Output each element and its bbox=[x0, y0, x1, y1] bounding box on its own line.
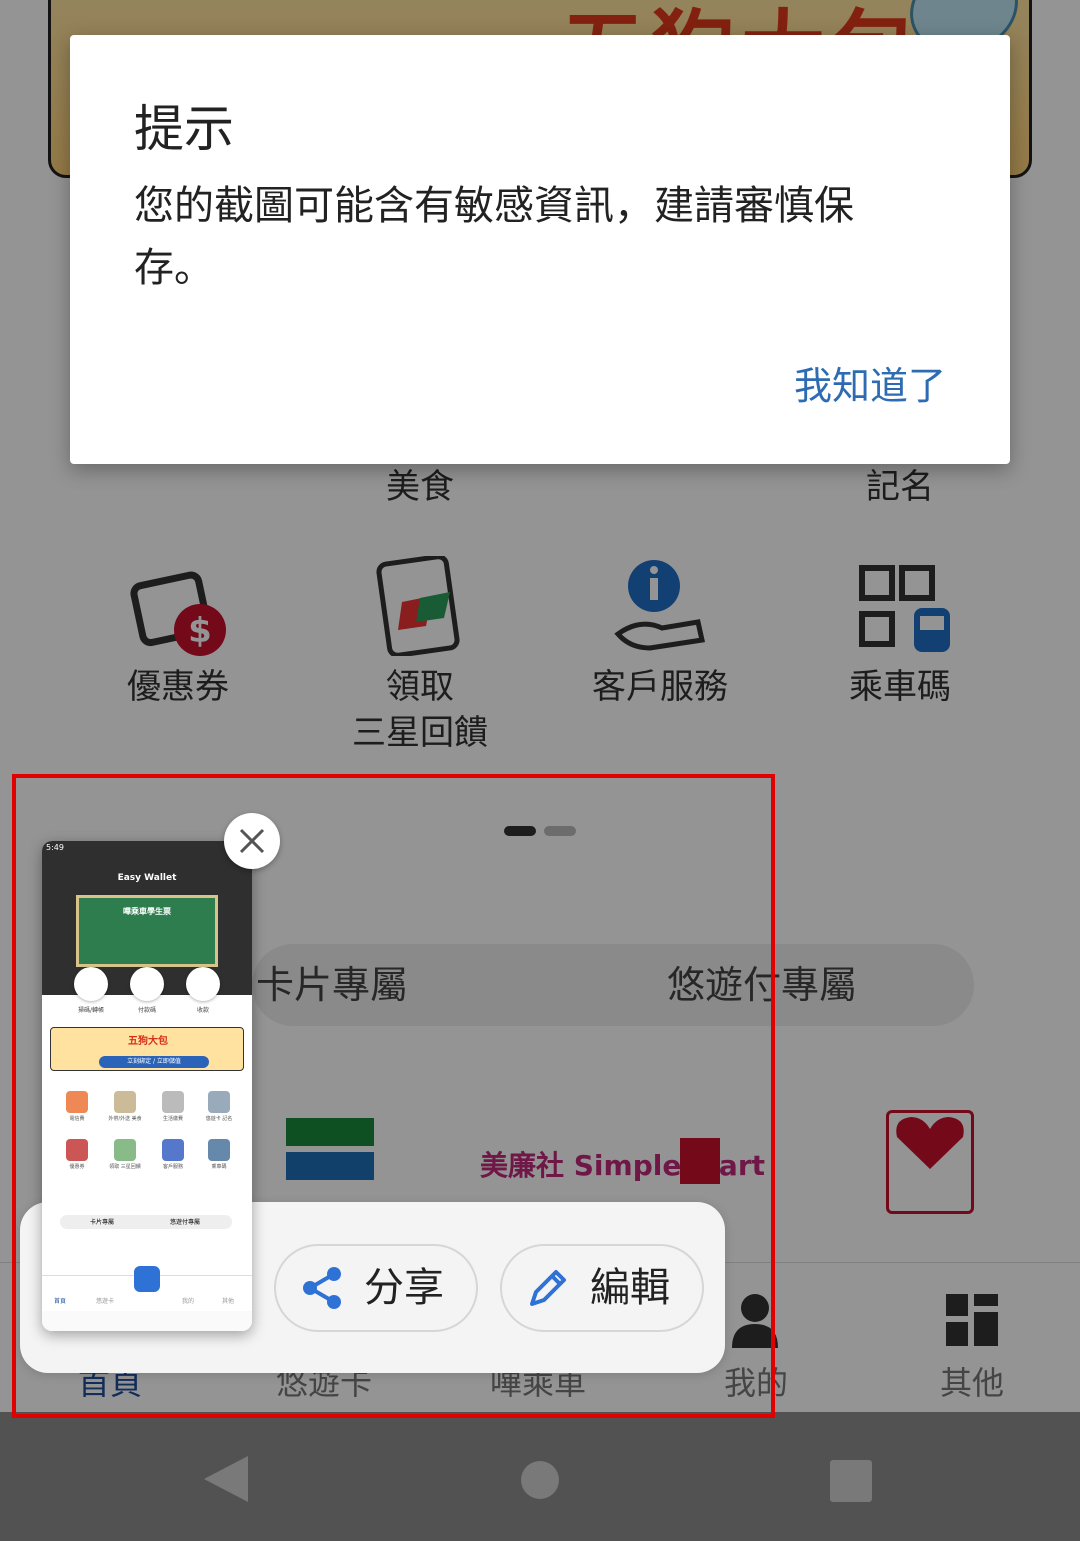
dialog-message: 您的截圖可能含有敏感資訊，建請審慎保存。 bbox=[134, 183, 854, 291]
highlight-frame bbox=[12, 774, 775, 1418]
dialog-confirm-button[interactable]: 我知道了 bbox=[794, 355, 946, 410]
alert-dialog: 提示 您的截圖可能含有敏感資訊，建請審慎保存。 我知道了 bbox=[70, 35, 1010, 464]
dialog-title: 提示 bbox=[134, 100, 234, 158]
